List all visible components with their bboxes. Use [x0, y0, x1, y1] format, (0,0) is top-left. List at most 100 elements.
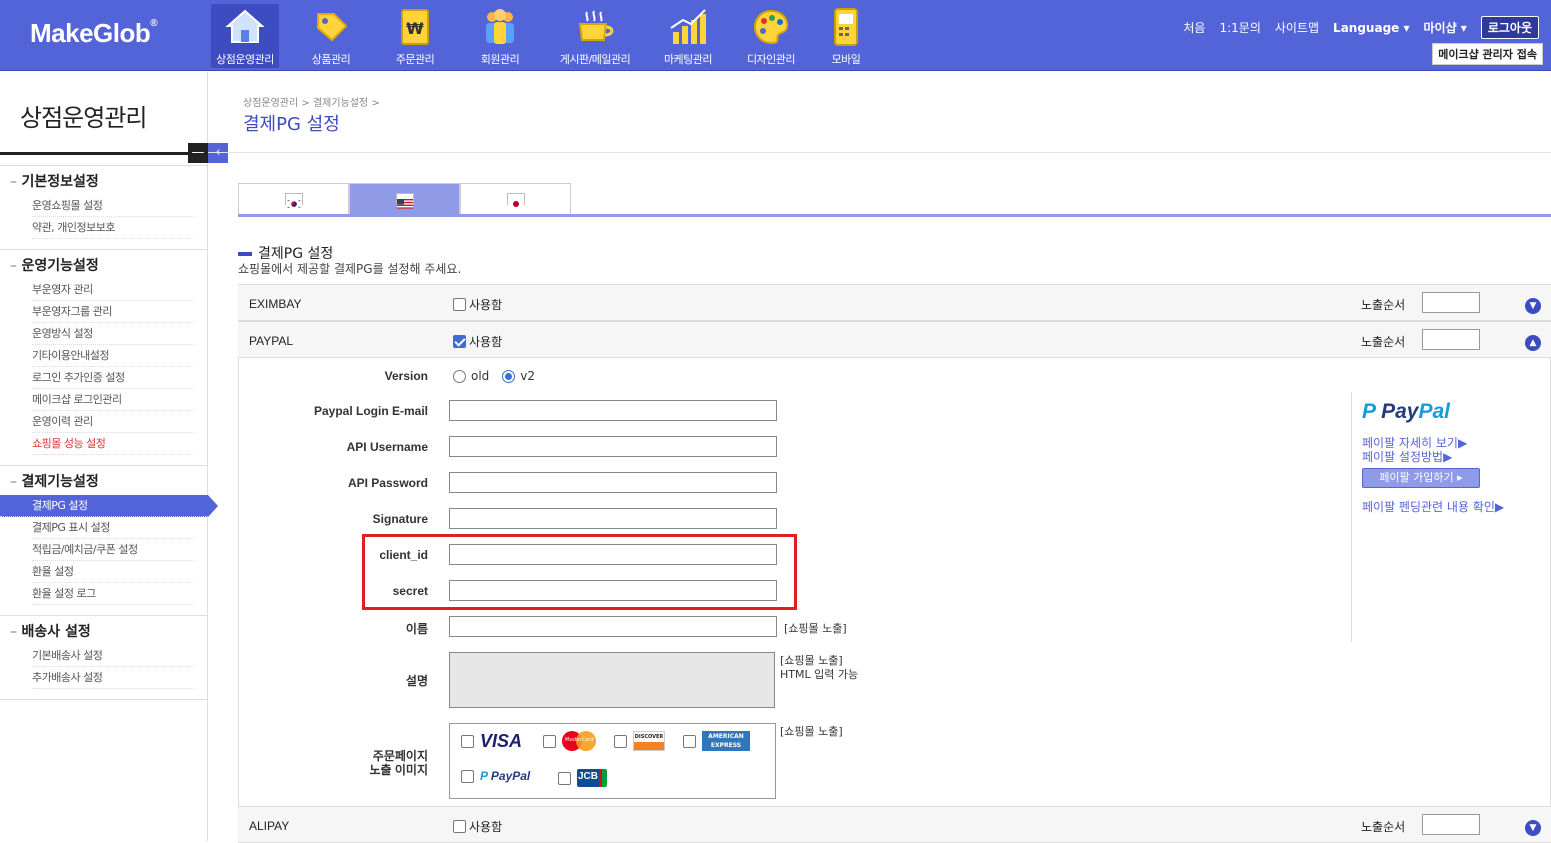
- sidebar-item[interactable]: 환율 설정: [32, 561, 194, 583]
- tab-usa[interactable]: [349, 183, 460, 214]
- nav-label: 회원관리: [480, 53, 520, 66]
- sidebar-item[interactable]: 부운영자 관리: [32, 279, 194, 301]
- nav-member-management[interactable]: 회원관리: [467, 4, 533, 68]
- expand-down-icon[interactable]: ▼: [1525, 820, 1541, 836]
- checkbox-icon: [543, 734, 556, 748]
- makeshop-admin-button[interactable]: 메이크샵 관리자 접속: [1432, 43, 1543, 65]
- discover-option[interactable]: DISCOVER: [614, 731, 665, 751]
- pg-row-paypal: PAYPAL 사용함 노출순서 ▲: [238, 321, 1551, 358]
- sidebar-item[interactable]: 적립금/예치금/쿠폰 설정: [32, 539, 194, 561]
- language-dropdown[interactable]: Language ▾: [1333, 21, 1409, 35]
- field-label: Signature: [372, 512, 428, 526]
- checkbox-icon: [683, 734, 696, 748]
- api-password-input[interactable]: [449, 472, 777, 493]
- makeglob-logo[interactable]: MakeGlob®: [30, 18, 158, 49]
- use-checkbox[interactable]: 사용함: [453, 333, 502, 350]
- checkbox-icon: [558, 771, 571, 785]
- sidebar-group-header[interactable]: 결제기능설정: [0, 469, 208, 495]
- paypal-signup-button[interactable]: 페이팔 가입하기 ▸: [1362, 468, 1480, 488]
- divider: [208, 152, 1551, 153]
- jcb-option[interactable]: JCB: [558, 769, 608, 787]
- nav-design-management[interactable]: 디자인관리: [740, 4, 802, 68]
- signature-input[interactable]: [449, 508, 777, 529]
- description-textarea[interactable]: [449, 652, 775, 708]
- sidebar-item[interactable]: 결제PG 표시 설정: [32, 517, 194, 539]
- logout-button[interactable]: 로그아웃: [1480, 16, 1539, 39]
- field-label: Paypal Login E-mail: [313, 404, 428, 418]
- page-title: 결제PG 설정: [243, 114, 340, 135]
- visa-option[interactable]: VISA: [461, 731, 522, 752]
- amex-logo-icon: AMERICAN EXPRESS: [702, 731, 750, 751]
- collapse-up-icon[interactable]: ▲: [1525, 335, 1541, 351]
- sidebar-item[interactable]: 운영쇼핑몰 설정: [32, 195, 194, 217]
- nav-store-management[interactable]: 상점운영관리: [211, 4, 279, 68]
- description-label: 설명: [405, 674, 428, 688]
- nav-product-management[interactable]: 상품관리: [298, 4, 364, 68]
- sidebar-group-operation: 운영기능설정 부운영자 관리 부운영자그룹 관리 운영방식 설정 기타이용안내설…: [0, 253, 208, 455]
- mastercard-logo-icon: MasterCard: [562, 731, 596, 751]
- sidebar: 상점운영관리 — ‹ 기본정보설정 운영쇼핑몰 설정 약관, 개인정보보호 운영…: [0, 72, 228, 841]
- expand-down-icon[interactable]: ▼: [1525, 298, 1541, 314]
- nav-label: 디자인관리: [746, 53, 796, 66]
- nav-mobile[interactable]: 모바일: [820, 4, 872, 68]
- sidebar-item[interactable]: 메이크샵 로그인관리: [32, 389, 194, 411]
- discover-logo-icon: DISCOVER: [633, 731, 665, 751]
- collapse-sidebar-icon[interactable]: ‹: [208, 143, 228, 163]
- radio-v2-label: v2: [520, 369, 536, 383]
- sidebar-item[interactable]: 환율 설정 로그: [32, 583, 194, 605]
- sidebar-item[interactable]: 운영방식 설정: [32, 323, 194, 345]
- divider: [0, 699, 208, 700]
- pg-name: EXIMBAY: [249, 297, 302, 311]
- tab-korea[interactable]: [238, 183, 349, 214]
- paypal-login-email-input[interactable]: [449, 400, 777, 421]
- nav-marketing-management[interactable]: 마케팅관리: [655, 4, 721, 68]
- sidebar-group-header[interactable]: 기본정보설정: [0, 169, 208, 195]
- checkbox-icon: [614, 734, 627, 748]
- api-username-input[interactable]: [449, 436, 777, 457]
- paypal-pending-link[interactable]: 페이팔 펜딩관련 내용 확인▶: [1362, 498, 1504, 515]
- sidebar-item[interactable]: 운영이력 관리: [32, 411, 194, 433]
- order-input[interactable]: [1422, 814, 1480, 835]
- name-input[interactable]: [449, 616, 777, 637]
- sidebar-group-header[interactable]: 운영기능설정: [0, 253, 208, 279]
- mastercard-option[interactable]: MasterCard: [543, 731, 596, 751]
- html-input-note: HTML 입력 가능: [780, 668, 859, 681]
- myshop-dropdown[interactable]: 마이샵 ▾: [1424, 19, 1467, 36]
- use-checkbox[interactable]: 사용함: [453, 818, 502, 835]
- amex-option[interactable]: AMERICAN EXPRESS: [683, 731, 750, 751]
- divider: [0, 615, 208, 616]
- members-icon: [486, 9, 514, 44]
- sidebar-item[interactable]: 약관, 개인정보보호: [32, 217, 194, 239]
- radio-old[interactable]: [453, 369, 466, 383]
- order-input[interactable]: [1422, 292, 1480, 313]
- paypal-logo: P PayPal: [1362, 400, 1450, 423]
- minimize-icon[interactable]: —: [188, 143, 208, 163]
- pg-name: PAYPAL: [249, 334, 294, 348]
- paypal-option[interactable]: P PayPal: [461, 769, 530, 783]
- sidebar-group-header[interactable]: 배송사 설정: [0, 619, 208, 645]
- sidebar-item[interactable]: 기본배송사 설정: [32, 645, 194, 667]
- sidebar-item[interactable]: 기타이용안내설정: [32, 345, 194, 367]
- version-radio-group: old v2: [453, 369, 535, 383]
- pg-row-eximbay: EXIMBAY 사용함 노출순서 ▼: [238, 284, 1551, 321]
- sidebar-item[interactable]: 추가배송사 설정: [32, 667, 194, 689]
- link-inquiry[interactable]: 1:1문의: [1219, 19, 1260, 36]
- link-home[interactable]: 처음: [1183, 19, 1205, 36]
- use-checkbox[interactable]: 사용함: [453, 296, 502, 313]
- visa-logo-icon: VISA: [480, 731, 523, 751]
- radio-v2[interactable]: [502, 369, 516, 383]
- nav-order-management[interactable]: ₩ 주문관리: [382, 4, 448, 68]
- order-input[interactable]: [1422, 329, 1480, 350]
- version-label: Version: [384, 369, 428, 383]
- sidebar-item-active[interactable]: 결제PG 설정: [0, 495, 218, 517]
- link-sitemap[interactable]: 사이트맵: [1275, 19, 1319, 36]
- checkbox-icon: [461, 769, 474, 783]
- sidebar-item[interactable]: 쇼핑몰 성능 설정: [32, 433, 194, 455]
- sidebar-item[interactable]: 로그인 추가인증 설정: [32, 367, 194, 389]
- sidebar-item[interactable]: 부운영자그룹 관리: [32, 301, 194, 323]
- coffee-cup-icon: [578, 10, 614, 41]
- paypal-setup-link[interactable]: 페이팔 설정방법▶: [1362, 448, 1452, 465]
- nav-board-mail-management[interactable]: 게시판/메일관리: [552, 4, 638, 68]
- tab-japan[interactable]: [460, 183, 571, 214]
- top-bar: MakeGlob® 상점운영관리 상품관리 ₩ 주문관리 회원관리 게시판/메일…: [0, 0, 1551, 71]
